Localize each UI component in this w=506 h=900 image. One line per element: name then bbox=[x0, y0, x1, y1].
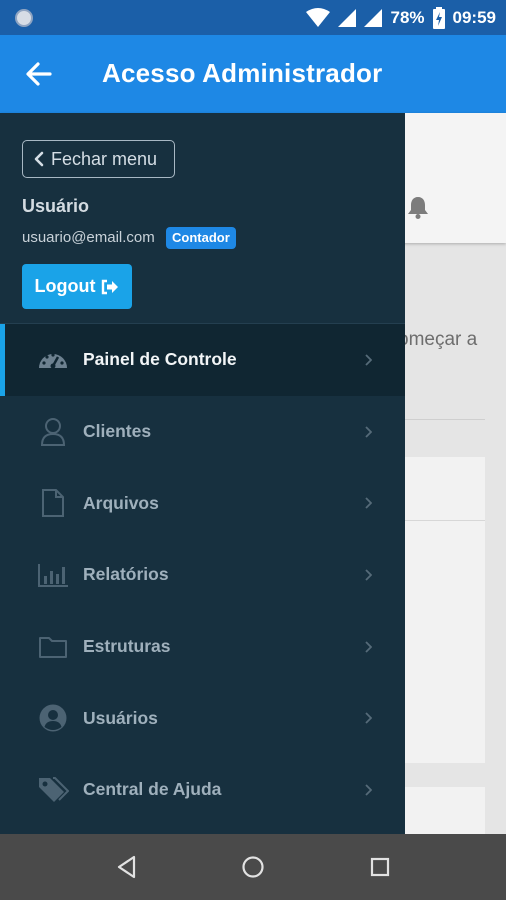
card-divider bbox=[405, 520, 485, 521]
menu-label: Usuários bbox=[83, 707, 158, 728]
chevron-right-icon bbox=[365, 712, 372, 724]
tags-icon bbox=[36, 774, 70, 806]
menu-item-relatorios[interactable]: Relatórios bbox=[0, 539, 405, 611]
menu-item-painel-de-controle[interactable]: Painel de Controle bbox=[0, 324, 405, 396]
chevron-right-icon bbox=[365, 640, 372, 653]
menu-item-central-de-ajuda[interactable]: Central de Ajuda bbox=[0, 754, 405, 826]
battery-percent: 78% bbox=[390, 7, 425, 27]
user-icon bbox=[36, 416, 70, 448]
menu-label: Estruturas bbox=[83, 636, 171, 657]
active-indicator bbox=[0, 324, 5, 396]
role-badge: Contador bbox=[166, 227, 236, 249]
signal-icon-2 bbox=[364, 8, 383, 27]
wifi-icon bbox=[306, 7, 331, 27]
page-title: Acesso Administrador bbox=[102, 58, 383, 88]
chevron-right-icon bbox=[365, 784, 372, 796]
divider bbox=[405, 419, 485, 420]
menu-label: Clientes bbox=[83, 421, 152, 442]
file-icon bbox=[36, 487, 70, 519]
clock: 09:59 bbox=[452, 7, 496, 27]
user-email: usuario@email.com bbox=[22, 229, 155, 246]
dashboard-icon bbox=[36, 344, 70, 376]
menu-item-clientes[interactable]: Clientes bbox=[0, 396, 405, 468]
status-icons: 78% 09:59 bbox=[306, 0, 496, 35]
folder-icon bbox=[36, 631, 70, 663]
menu-label: Relatórios bbox=[83, 564, 169, 585]
menu-item-estruturas[interactable]: Estruturas bbox=[0, 611, 405, 683]
background-text: omeçar a bbox=[398, 329, 478, 350]
logout-label: Logout bbox=[34, 276, 96, 296]
battery-charging-icon bbox=[432, 6, 445, 29]
chevron-right-icon bbox=[365, 425, 372, 438]
notification-icon bbox=[15, 9, 33, 27]
menu-label: Painel de Controle bbox=[83, 349, 237, 370]
bar-chart-icon bbox=[36, 559, 70, 591]
nav-home-icon[interactable] bbox=[240, 854, 266, 880]
content-card bbox=[405, 457, 485, 763]
content-card-2 bbox=[405, 787, 485, 834]
signal-icon bbox=[338, 8, 357, 27]
app-bar: Acesso Administrador bbox=[0, 35, 506, 113]
drawer-menu: Painel de Controle Clientes Arquivos Rel… bbox=[0, 323, 405, 826]
chevron-right-icon bbox=[365, 497, 372, 509]
status-bar: 78% 09:59 bbox=[0, 0, 506, 35]
chevron-right-icon bbox=[365, 569, 372, 581]
bell-icon[interactable] bbox=[407, 195, 429, 219]
close-menu-label: Fechar menu bbox=[51, 148, 158, 169]
logout-button[interactable]: Logout bbox=[22, 264, 132, 309]
menu-item-usuarios[interactable]: Usuários bbox=[0, 682, 405, 754]
nav-recents-icon[interactable] bbox=[367, 854, 393, 880]
nav-back-icon[interactable] bbox=[114, 854, 140, 880]
menu-item-arquivos[interactable]: Arquivos bbox=[0, 467, 405, 539]
menu-label: Central de Ajuda bbox=[83, 779, 222, 800]
user-name: Usuário bbox=[22, 196, 90, 216]
chevron-left-icon bbox=[34, 151, 44, 167]
back-arrow-icon[interactable] bbox=[24, 59, 54, 89]
sign-out-icon bbox=[102, 279, 119, 294]
close-menu-button[interactable]: Fechar menu bbox=[22, 140, 175, 178]
system-nav-bar bbox=[0, 834, 506, 900]
chevron-right-icon bbox=[365, 354, 372, 366]
user-circle-icon bbox=[36, 702, 70, 734]
menu-label: Arquivos bbox=[83, 492, 159, 513]
navigation-drawer: Fechar menu Usuário usuario@email.com Co… bbox=[0, 113, 405, 834]
